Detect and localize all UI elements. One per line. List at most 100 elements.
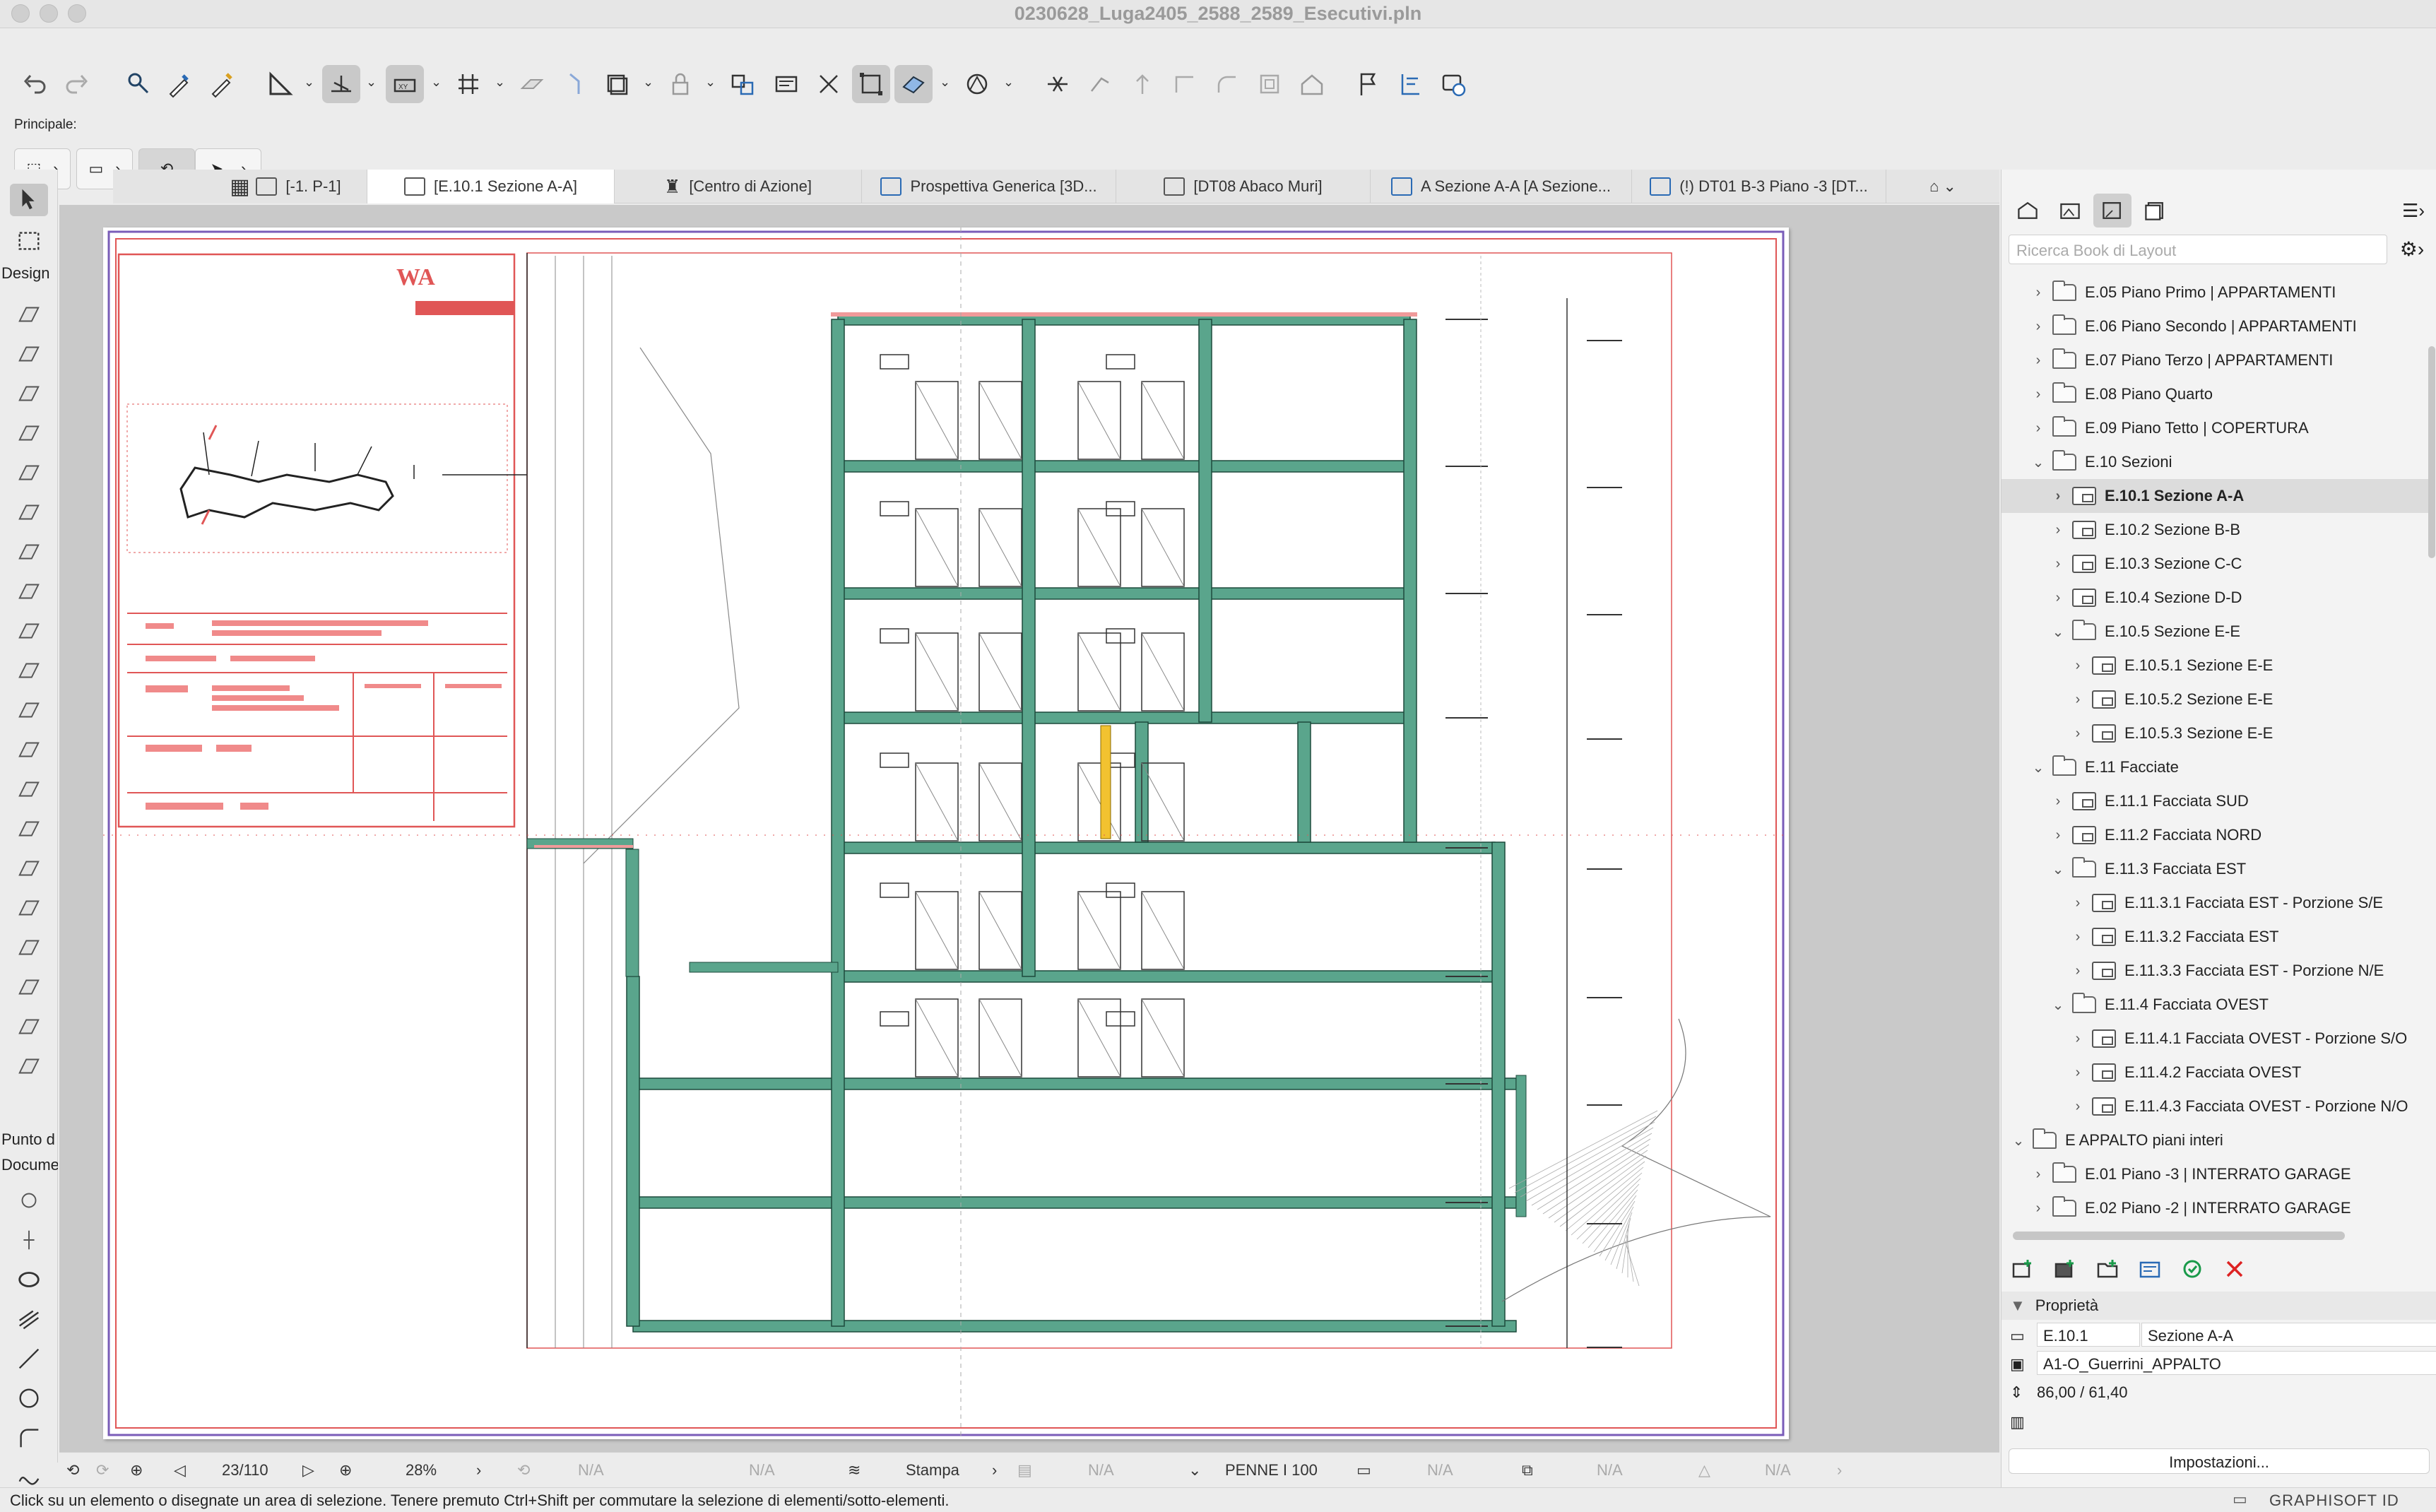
pick-up-parameters-icon[interactable] (120, 65, 158, 103)
layout-name-field[interactable]: Sezione A-A (2141, 1323, 2436, 1347)
layout-sheet[interactable]: WA (103, 228, 1789, 1439)
tree-item[interactable]: › E.11.1 Facciata SUD (2002, 784, 2428, 818)
chevron-right-icon[interactable]: › (2031, 285, 2045, 301)
tree-horizontal-scrollbar[interactable] (2013, 1232, 2345, 1240)
chevron-right-icon[interactable]: › (2071, 1031, 2085, 1047)
split-icon[interactable] (1039, 65, 1077, 103)
tree-item[interactable]: ⌄ E.10.5 Sezione E-E (2002, 615, 2428, 649)
wall-tool-icon[interactable] (10, 298, 48, 331)
chevron-right-icon[interactable]: › (2031, 353, 2045, 369)
line-tool-icon[interactable] (10, 1342, 48, 1375)
new-master-icon[interactable] (2051, 1256, 2079, 1282)
fit-in-window-icon[interactable] (852, 65, 890, 103)
layer-combination-icon[interactable]: ≋ (848, 1461, 861, 1479)
wall-end-tool-icon[interactable] (10, 773, 48, 805)
lamp-tool-icon[interactable] (10, 971, 48, 1003)
tree-item[interactable]: › E.08 Piano Quarto (2002, 377, 2428, 411)
chevron-right-icon[interactable]: › (2071, 726, 2085, 742)
tree-item[interactable]: › E.11.3.3 Facciata EST - Porzione N/E (2002, 954, 2428, 988)
skylight-tool-icon[interactable] (10, 733, 48, 766)
layout-book-search-input[interactable]: Ricerca Book di Layout (2009, 235, 2387, 264)
rotate-view-icon[interactable]: ⟲ (517, 1461, 530, 1479)
tree-item[interactable]: › E.11.4.3 Facciata OVEST - Porzione N/O (2002, 1089, 2428, 1123)
morph-tool-icon[interactable] (10, 892, 48, 924)
drawing-settings-icon[interactable] (2136, 1256, 2164, 1282)
snap-guides-icon[interactable] (322, 65, 360, 103)
tab-overflow-menu[interactable]: ⌂ ⌄ (1886, 170, 1999, 203)
new-layout-icon[interactable] (2009, 1256, 2037, 1282)
zoom-forward-icon[interactable]: ⟳ (96, 1461, 109, 1479)
lock-icon[interactable] (661, 65, 699, 103)
elevate-icon[interactable] (1123, 65, 1161, 103)
model-3d-icon[interactable] (894, 65, 933, 103)
tree-item[interactable]: › E.10.2 Sezione B-B (2002, 513, 2428, 547)
redo-icon[interactable] (58, 65, 96, 103)
tab-action-center[interactable]: ♜ [Centro di Azione] (615, 170, 862, 203)
structural-display-icon[interactable]: △ (1698, 1461, 1710, 1479)
grid-snap-icon[interactable] (449, 65, 487, 103)
corner-window-tool-icon[interactable] (10, 813, 48, 845)
beam-tool-icon[interactable] (10, 377, 48, 410)
intersect-icon[interactable] (1166, 65, 1204, 103)
chevron-right-icon[interactable]: › (2051, 793, 2065, 810)
object-tool-icon[interactable] (10, 931, 48, 964)
tab-3d-perspective[interactable]: Prospettiva Generica [3D... (862, 170, 1116, 203)
delete-icon[interactable] (2221, 1256, 2249, 1282)
tree-item[interactable]: › E.10.1 Sezione A-A (2002, 479, 2428, 513)
inject-parameters-icon[interactable] (202, 65, 240, 103)
circle-tool-icon[interactable] (10, 1382, 48, 1414)
layout-id-field[interactable]: E.10.1 (2037, 1323, 2140, 1347)
slab-tool-icon[interactable] (10, 417, 48, 449)
curtain-wall-tool-icon[interactable] (10, 615, 48, 647)
chevron-down-icon[interactable]: ⌄ (2011, 1132, 2026, 1150)
elevation-marker-icon[interactable] (1392, 65, 1430, 103)
publisher-sets-icon[interactable] (2136, 194, 2174, 228)
tree-item[interactable]: › E.01 Piano -3 | INTERRATO GARAGE (2002, 1157, 2428, 1191)
chevron-right-icon[interactable]: › (2071, 1099, 2085, 1115)
dimension-tool-icon[interactable] (10, 1184, 48, 1217)
zoom-back-icon[interactable]: ⟲ (66, 1461, 79, 1479)
tree-item[interactable]: › E.05 Piano Primo | APPARTAMENTI (2002, 276, 2428, 309)
prev-page-icon[interactable]: ◁ (174, 1461, 186, 1479)
flag-icon[interactable] (1349, 65, 1388, 103)
dimension-icon[interactable]: ▭ (1356, 1461, 1371, 1479)
graphic-override-icon[interactable] (958, 65, 996, 103)
measure-icon[interactable] (261, 65, 300, 103)
chevron-right-icon[interactable]: › (2071, 658, 2085, 674)
chevron-right-icon[interactable]: › (2031, 420, 2045, 437)
chevron-down-icon[interactable]: ⌄ (2051, 861, 2065, 878)
model-view-icon[interactable]: ▤ (1017, 1461, 1032, 1479)
renovation-filter-icon[interactable]: ⧉ (1522, 1461, 1533, 1479)
tree-item[interactable]: › E.10.5.2 Sezione E-E (2002, 683, 2428, 716)
tree-item[interactable]: › E.09 Piano Tetto | COPERTURA (2002, 411, 2428, 445)
chevron-right-icon[interactable]: › (2031, 386, 2045, 403)
tree-vertical-scrollbar[interactable] (2428, 346, 2435, 558)
layout-book-icon[interactable] (2093, 194, 2132, 228)
tree-item[interactable]: › E.07 Piano Terzo | APPARTAMENTI (2002, 343, 2428, 377)
chevron-down-icon[interactable]: ⌄ (2051, 623, 2065, 641)
zoom-in-icon[interactable]: ⊕ (130, 1461, 143, 1479)
window-layout-icon[interactable]: ▭ (2233, 1490, 2247, 1508)
window-tool-icon[interactable] (10, 694, 48, 726)
chevron-right-icon[interactable]: › (2031, 1200, 2045, 1217)
chevron-right-icon[interactable]: › (2071, 895, 2085, 911)
fill-tool-icon[interactable] (10, 1263, 48, 1296)
fillet-icon[interactable] (1208, 65, 1246, 103)
tab-schedule[interactable]: [DT08 Abaco Muri] (1116, 170, 1371, 203)
update-icon[interactable] (2178, 1256, 2206, 1282)
nav-chevron-icon[interactable]: › (1837, 1461, 1842, 1479)
opening-tool-icon[interactable] (10, 1050, 48, 1082)
graphisoft-id-link[interactable]: GRAPHISOFT ID (2269, 1492, 2399, 1510)
pen-set-combo[interactable]: Stampa (906, 1461, 959, 1479)
tree-item[interactable]: ⌄ E.10 Sezioni (2002, 445, 2428, 479)
panel-menu-icon[interactable]: ☰› (2394, 194, 2432, 228)
roof-tool-icon[interactable] (10, 456, 48, 489)
hatch-tool-icon[interactable] (10, 1303, 48, 1335)
project-map-icon[interactable] (2009, 194, 2047, 228)
pen-icon[interactable]: ⌄ (1188, 1461, 1201, 1479)
tree-item[interactable]: ⌄ E.11.4 Facciata OVEST (2002, 988, 2428, 1022)
tree-item[interactable]: › E.10.5.1 Sezione E-E (2002, 649, 2428, 683)
tree-item[interactable]: ⌄ E.11.3 Facciata EST (2002, 852, 2428, 886)
chevron-right-icon[interactable]: › (2051, 556, 2065, 572)
tree-item[interactable]: › E.11.2 Facciata NORD (2002, 818, 2428, 852)
